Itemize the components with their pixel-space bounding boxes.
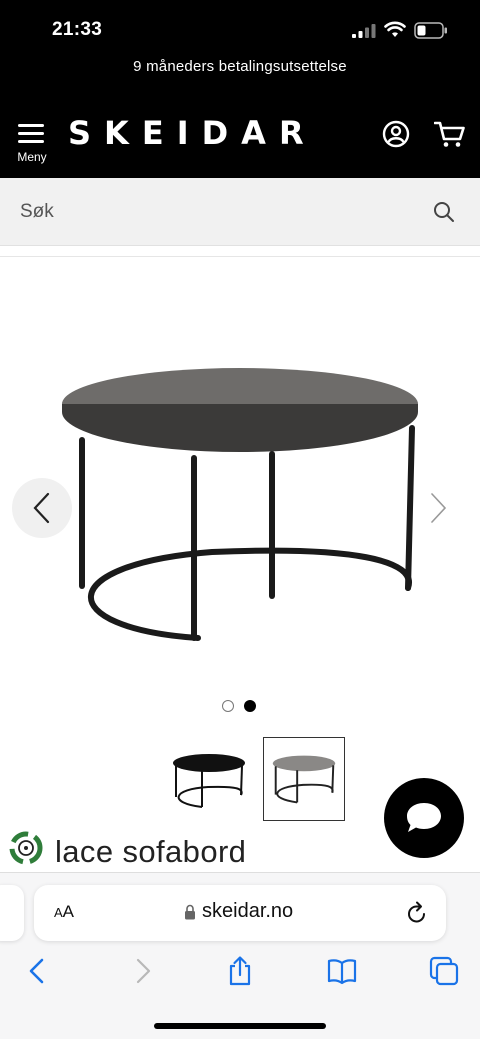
wifi-icon	[384, 21, 406, 37]
product-image-gallery[interactable]	[0, 260, 480, 700]
next-image-button[interactable]	[408, 478, 468, 538]
search-input[interactable]	[0, 178, 420, 246]
clock: 21:33	[52, 19, 103, 40]
browser-toolbar: AA skeidar.no	[0, 872, 480, 1039]
top-header-area: 21:33 9 måneders betalingsutsettelse Men…	[0, 0, 480, 178]
search-bar	[0, 178, 480, 246]
thumbnail-1[interactable]	[168, 737, 250, 821]
url-text: skeidar.no	[202, 900, 294, 922]
carousel-dot-1[interactable]	[222, 700, 234, 712]
divider	[0, 256, 480, 257]
cellular-signal-icon	[352, 24, 376, 38]
chat-bubble-icon	[407, 803, 441, 832]
bookmarks-icon[interactable]	[326, 955, 358, 987]
product-title: lace sofabord	[55, 834, 247, 869]
address-bar[interactable]: AA skeidar.no	[34, 885, 446, 941]
menu-button[interactable]: Meny	[14, 120, 50, 164]
eco-recycle-icon	[9, 831, 43, 865]
forward-icon[interactable]	[126, 955, 158, 987]
tabs-icon[interactable]	[428, 955, 460, 987]
carousel-dot-2[interactable]	[244, 700, 256, 712]
share-icon[interactable]	[224, 955, 256, 987]
promo-banner[interactable]: 9 måneders betalingsutsettelse	[0, 58, 480, 75]
status-bar: 21:33	[0, 0, 480, 56]
previous-image-button[interactable]	[12, 478, 72, 538]
back-icon[interactable]	[22, 955, 54, 987]
home-indicator	[154, 1023, 326, 1029]
previous-tab-preview[interactable]	[0, 885, 24, 941]
product-image	[62, 368, 418, 641]
thumbnail-strip	[168, 737, 348, 823]
cart-icon[interactable]	[434, 120, 466, 148]
hamburger-icon	[18, 124, 44, 143]
reload-icon[interactable]	[406, 901, 428, 925]
carousel-dots	[222, 700, 262, 714]
search-icon[interactable]	[432, 200, 456, 224]
site-header: Meny SKEIDAR	[0, 108, 480, 170]
thumbnail-2[interactable]	[263, 737, 345, 821]
battery-icon	[414, 22, 447, 39]
user-icon[interactable]	[382, 120, 410, 148]
chevron-left-icon	[33, 492, 50, 524]
site-logo[interactable]: SKEIDAR	[68, 114, 317, 152]
reader-settings-button[interactable]: AA	[54, 902, 74, 922]
lock-icon	[185, 904, 195, 920]
chevron-right-icon	[431, 493, 447, 523]
chat-button[interactable]	[384, 778, 464, 858]
menu-label: Meny	[17, 150, 47, 164]
